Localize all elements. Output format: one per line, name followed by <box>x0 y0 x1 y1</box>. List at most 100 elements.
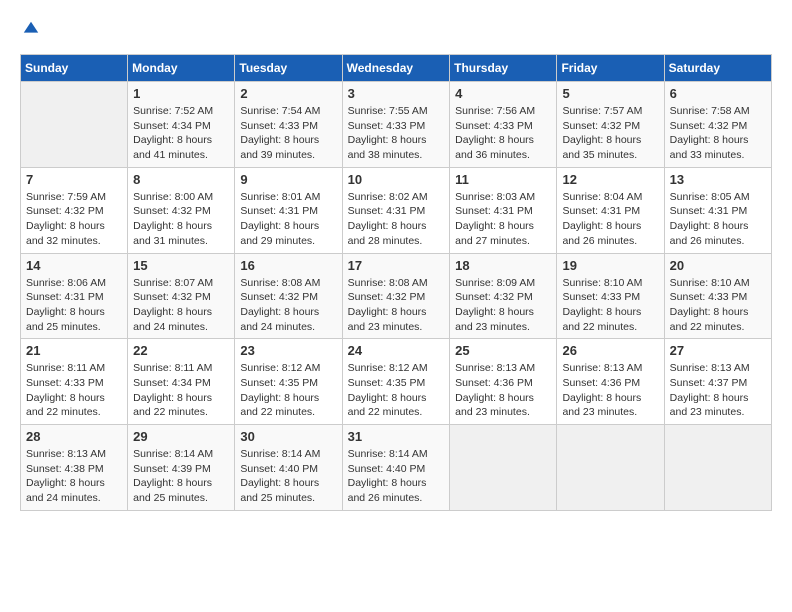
calendar-cell: 27 Sunrise: 8:13 AMSunset: 4:37 PMDaylig… <box>664 339 771 425</box>
calendar-cell: 26 Sunrise: 8:13 AMSunset: 4:36 PMDaylig… <box>557 339 664 425</box>
day-number: 24 <box>348 343 445 358</box>
day-number: 30 <box>240 429 336 444</box>
column-header-monday: Monday <box>128 55 235 82</box>
day-number: 4 <box>455 86 551 101</box>
day-number: 12 <box>562 172 658 187</box>
day-info: Sunrise: 8:10 AMSunset: 4:33 PMDaylight:… <box>562 276 658 335</box>
calendar-cell: 11 Sunrise: 8:03 AMSunset: 4:31 PMDaylig… <box>450 167 557 253</box>
day-info: Sunrise: 8:11 AMSunset: 4:34 PMDaylight:… <box>133 361 229 420</box>
column-header-saturday: Saturday <box>664 55 771 82</box>
calendar-cell: 17 Sunrise: 8:08 AMSunset: 4:32 PMDaylig… <box>342 253 450 339</box>
calendar-cell: 29 Sunrise: 8:14 AMSunset: 4:39 PMDaylig… <box>128 425 235 511</box>
day-number: 29 <box>133 429 229 444</box>
column-header-wednesday: Wednesday <box>342 55 450 82</box>
calendar-cell: 24 Sunrise: 8:12 AMSunset: 4:35 PMDaylig… <box>342 339 450 425</box>
day-number: 5 <box>562 86 658 101</box>
day-info: Sunrise: 8:14 AMSunset: 4:40 PMDaylight:… <box>348 447 445 506</box>
calendar-cell: 20 Sunrise: 8:10 AMSunset: 4:33 PMDaylig… <box>664 253 771 339</box>
column-header-sunday: Sunday <box>21 55 128 82</box>
day-info: Sunrise: 8:08 AMSunset: 4:32 PMDaylight:… <box>348 276 445 335</box>
calendar-cell: 23 Sunrise: 8:12 AMSunset: 4:35 PMDaylig… <box>235 339 342 425</box>
calendar-cell: 4 Sunrise: 7:56 AMSunset: 4:33 PMDayligh… <box>450 82 557 168</box>
day-number: 16 <box>240 258 336 273</box>
day-info: Sunrise: 8:05 AMSunset: 4:31 PMDaylight:… <box>670 190 766 249</box>
page-header <box>20 20 772 38</box>
calendar-cell <box>664 425 771 511</box>
calendar-cell: 18 Sunrise: 8:09 AMSunset: 4:32 PMDaylig… <box>450 253 557 339</box>
calendar-cell: 25 Sunrise: 8:13 AMSunset: 4:36 PMDaylig… <box>450 339 557 425</box>
calendar-cell: 6 Sunrise: 7:58 AMSunset: 4:32 PMDayligh… <box>664 82 771 168</box>
day-number: 13 <box>670 172 766 187</box>
day-number: 28 <box>26 429 122 444</box>
day-number: 1 <box>133 86 229 101</box>
day-number: 19 <box>562 258 658 273</box>
day-number: 22 <box>133 343 229 358</box>
day-info: Sunrise: 7:52 AMSunset: 4:34 PMDaylight:… <box>133 104 229 163</box>
day-info: Sunrise: 8:01 AMSunset: 4:31 PMDaylight:… <box>240 190 336 249</box>
day-info: Sunrise: 7:55 AMSunset: 4:33 PMDaylight:… <box>348 104 445 163</box>
calendar-cell: 12 Sunrise: 8:04 AMSunset: 4:31 PMDaylig… <box>557 167 664 253</box>
day-number: 17 <box>348 258 445 273</box>
day-number: 25 <box>455 343 551 358</box>
day-info: Sunrise: 8:13 AMSunset: 4:36 PMDaylight:… <box>562 361 658 420</box>
logo-icon <box>22 20 40 38</box>
day-number: 26 <box>562 343 658 358</box>
day-info: Sunrise: 8:12 AMSunset: 4:35 PMDaylight:… <box>348 361 445 420</box>
day-number: 7 <box>26 172 122 187</box>
day-info: Sunrise: 8:12 AMSunset: 4:35 PMDaylight:… <box>240 361 336 420</box>
day-number: 21 <box>26 343 122 358</box>
day-info: Sunrise: 8:00 AMSunset: 4:32 PMDaylight:… <box>133 190 229 249</box>
calendar-table: SundayMondayTuesdayWednesdayThursdayFrid… <box>20 54 772 511</box>
column-header-thursday: Thursday <box>450 55 557 82</box>
day-info: Sunrise: 7:59 AMSunset: 4:32 PMDaylight:… <box>26 190 122 249</box>
logo <box>20 20 42 38</box>
day-number: 23 <box>240 343 336 358</box>
day-info: Sunrise: 8:14 AMSunset: 4:40 PMDaylight:… <box>240 447 336 506</box>
day-info: Sunrise: 7:58 AMSunset: 4:32 PMDaylight:… <box>670 104 766 163</box>
calendar-cell: 19 Sunrise: 8:10 AMSunset: 4:33 PMDaylig… <box>557 253 664 339</box>
day-info: Sunrise: 8:08 AMSunset: 4:32 PMDaylight:… <box>240 276 336 335</box>
day-number: 9 <box>240 172 336 187</box>
day-info: Sunrise: 8:04 AMSunset: 4:31 PMDaylight:… <box>562 190 658 249</box>
day-info: Sunrise: 8:02 AMSunset: 4:31 PMDaylight:… <box>348 190 445 249</box>
day-number: 11 <box>455 172 551 187</box>
calendar-cell: 3 Sunrise: 7:55 AMSunset: 4:33 PMDayligh… <box>342 82 450 168</box>
day-number: 27 <box>670 343 766 358</box>
day-info: Sunrise: 7:56 AMSunset: 4:33 PMDaylight:… <box>455 104 551 163</box>
calendar-cell: 13 Sunrise: 8:05 AMSunset: 4:31 PMDaylig… <box>664 167 771 253</box>
calendar-cell: 8 Sunrise: 8:00 AMSunset: 4:32 PMDayligh… <box>128 167 235 253</box>
day-number: 2 <box>240 86 336 101</box>
calendar-header: SundayMondayTuesdayWednesdayThursdayFrid… <box>21 55 772 82</box>
day-info: Sunrise: 8:06 AMSunset: 4:31 PMDaylight:… <box>26 276 122 335</box>
day-number: 31 <box>348 429 445 444</box>
day-info: Sunrise: 7:54 AMSunset: 4:33 PMDaylight:… <box>240 104 336 163</box>
day-info: Sunrise: 8:09 AMSunset: 4:32 PMDaylight:… <box>455 276 551 335</box>
calendar-cell: 30 Sunrise: 8:14 AMSunset: 4:40 PMDaylig… <box>235 425 342 511</box>
calendar-cell: 31 Sunrise: 8:14 AMSunset: 4:40 PMDaylig… <box>342 425 450 511</box>
day-info: Sunrise: 8:07 AMSunset: 4:32 PMDaylight:… <box>133 276 229 335</box>
day-info: Sunrise: 8:13 AMSunset: 4:37 PMDaylight:… <box>670 361 766 420</box>
calendar-cell <box>21 82 128 168</box>
day-number: 18 <box>455 258 551 273</box>
column-header-friday: Friday <box>557 55 664 82</box>
day-info: Sunrise: 8:03 AMSunset: 4:31 PMDaylight:… <box>455 190 551 249</box>
day-number: 10 <box>348 172 445 187</box>
calendar-cell: 22 Sunrise: 8:11 AMSunset: 4:34 PMDaylig… <box>128 339 235 425</box>
day-info: Sunrise: 8:13 AMSunset: 4:38 PMDaylight:… <box>26 447 122 506</box>
calendar-cell <box>557 425 664 511</box>
calendar-cell: 21 Sunrise: 8:11 AMSunset: 4:33 PMDaylig… <box>21 339 128 425</box>
day-number: 15 <box>133 258 229 273</box>
calendar-cell: 7 Sunrise: 7:59 AMSunset: 4:32 PMDayligh… <box>21 167 128 253</box>
column-header-tuesday: Tuesday <box>235 55 342 82</box>
day-number: 20 <box>670 258 766 273</box>
day-info: Sunrise: 8:13 AMSunset: 4:36 PMDaylight:… <box>455 361 551 420</box>
day-number: 6 <box>670 86 766 101</box>
calendar-cell: 15 Sunrise: 8:07 AMSunset: 4:32 PMDaylig… <box>128 253 235 339</box>
calendar-cell: 5 Sunrise: 7:57 AMSunset: 4:32 PMDayligh… <box>557 82 664 168</box>
calendar-cell: 2 Sunrise: 7:54 AMSunset: 4:33 PMDayligh… <box>235 82 342 168</box>
calendar-cell: 9 Sunrise: 8:01 AMSunset: 4:31 PMDayligh… <box>235 167 342 253</box>
day-info: Sunrise: 8:14 AMSunset: 4:39 PMDaylight:… <box>133 447 229 506</box>
day-number: 3 <box>348 86 445 101</box>
calendar-cell: 10 Sunrise: 8:02 AMSunset: 4:31 PMDaylig… <box>342 167 450 253</box>
day-number: 8 <box>133 172 229 187</box>
